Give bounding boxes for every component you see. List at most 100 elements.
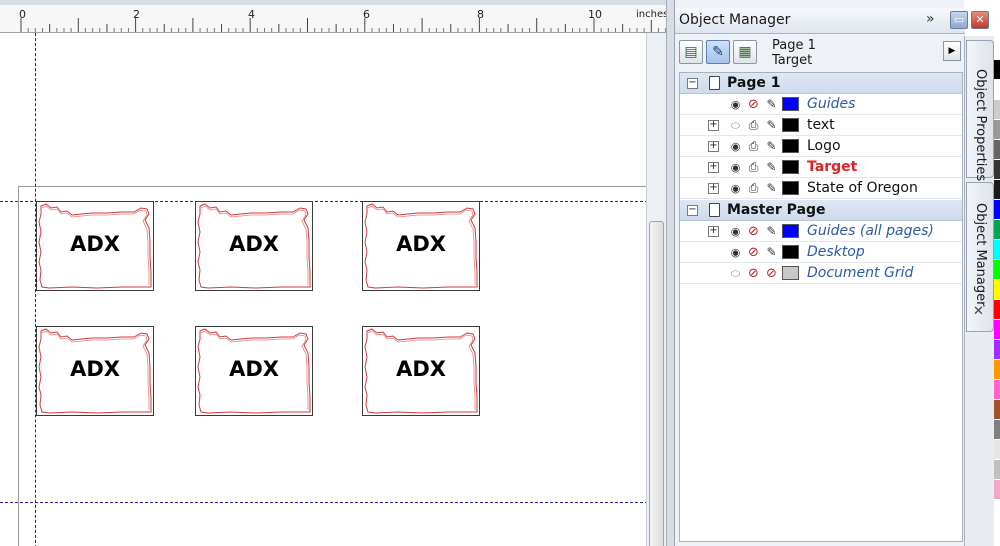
palette-color-swatch[interactable] (994, 420, 1000, 440)
oregon-badge[interactable]: ADX (195, 326, 313, 416)
pencil-icon[interactable]: ✎ (764, 160, 779, 175)
expand-toggle[interactable]: + (708, 162, 719, 173)
guideline-horizontal[interactable] (0, 502, 648, 503)
palette-color-swatch[interactable] (994, 380, 1000, 400)
palette-color-swatch[interactable] (994, 340, 1000, 360)
palette-color-swatch[interactable] (994, 80, 1000, 100)
expand-toggle[interactable]: + (708, 120, 719, 131)
layer-tree[interactable]: − Page 1 ◉ ⊘ ✎ Guides + ⬭ ⎙ ✎ text + ◉ ⎙… (679, 72, 963, 542)
pencil-icon[interactable]: ✎ (764, 181, 779, 196)
close-button[interactable]: ✕ (971, 11, 989, 29)
layer-color-swatch[interactable] (782, 139, 799, 153)
layer-color-swatch[interactable] (782, 224, 799, 238)
layer-row-logo[interactable]: + ◉ ⎙ ✎ Logo (680, 136, 962, 157)
oregon-badge[interactable]: ADX (36, 326, 154, 416)
eye-closed-icon[interactable]: ⬭ (728, 118, 743, 133)
palette-color-swatch[interactable] (994, 100, 1000, 120)
palette-color-swatch[interactable] (994, 280, 1000, 300)
eye-icon[interactable]: ◉ (728, 245, 743, 260)
layer-color-swatch[interactable] (782, 181, 799, 195)
palette-color-swatch[interactable] (994, 480, 1000, 500)
pencil-icon[interactable]: ✎ (764, 139, 779, 154)
collapse-toggle[interactable]: − (687, 78, 698, 89)
palette-color-swatch[interactable] (994, 200, 1000, 220)
printer-icon[interactable]: ⎙ (746, 181, 761, 196)
minimize-button[interactable]: ▭ (950, 11, 968, 29)
palette-color-swatch[interactable] (994, 320, 1000, 340)
layer-view-icon: ▦ (738, 44, 752, 60)
expand-toggle[interactable]: + (708, 183, 719, 194)
close-tab-icon[interactable]: ✕ (973, 304, 984, 319)
eye-icon[interactable]: ◉ (728, 97, 743, 112)
edit-layers-icon: ✎ (712, 44, 724, 60)
docker-splitter[interactable] (666, 0, 674, 546)
eye-icon[interactable]: ◉ (728, 139, 743, 154)
palette-color-swatch[interactable] (994, 440, 1000, 460)
printer-icon[interactable]: ⎙ (746, 160, 761, 175)
pencil-icon[interactable]: ✎ (764, 97, 779, 112)
palette-color-swatch[interactable] (994, 180, 1000, 200)
expand-toggle[interactable]: + (708, 226, 719, 237)
oregon-badge[interactable]: ADX (36, 201, 154, 291)
no-print-icon[interactable]: ⊘ (746, 266, 761, 281)
layer-color-swatch[interactable] (782, 118, 799, 132)
docker-title-bar[interactable]: Object Manager » ▭ ✕ (675, 8, 989, 34)
layer-row-document-grid[interactable]: ⬭ ⊘ ⊘ Document Grid (680, 263, 962, 284)
expand-toggle[interactable]: + (708, 141, 719, 152)
layer-row-text[interactable]: + ⬭ ⎙ ✎ text (680, 115, 962, 136)
drawing-canvas[interactable]: 0 2 4 6 8 10 inches ADX ADX ADX ADX ADX … (0, 0, 670, 546)
expand-docker-icon[interactable]: » (926, 11, 935, 27)
palette-color-swatch[interactable] (994, 60, 1000, 80)
layer-row-desktop[interactable]: ◉ ⊘ ✎ Desktop (680, 242, 962, 263)
palette-color-swatch[interactable] (994, 460, 1000, 480)
eye-icon[interactable]: ◉ (728, 160, 743, 175)
docker-menu-button[interactable]: ▶ (943, 41, 961, 61)
scrollbar-thumb[interactable] (649, 221, 664, 546)
no-print-icon[interactable]: ⊘ (746, 224, 761, 239)
no-print-icon[interactable]: ⊘ (746, 245, 761, 260)
pencil-icon[interactable]: ✎ (764, 118, 779, 133)
layer-color-swatch[interactable] (782, 266, 799, 280)
layer-color-swatch[interactable] (782, 160, 799, 174)
show-properties-button[interactable]: ▤ (679, 40, 703, 64)
no-edit-icon[interactable]: ⊘ (764, 266, 779, 281)
eye-closed-icon[interactable]: ⬭ (728, 266, 743, 281)
layer-row-guides[interactable]: ◉ ⊘ ✎ Guides (680, 94, 962, 115)
vertical-scrollbar[interactable] (646, 33, 666, 546)
tree-group-master-page[interactable]: − Master Page (680, 200, 962, 221)
palette-color-swatch[interactable] (994, 160, 1000, 180)
palette-color-swatch[interactable] (994, 240, 1000, 260)
layer-row-target[interactable]: + ◉ ⎙ ✎ Target (680, 157, 962, 178)
layer-manager-view-button[interactable]: ▦ (733, 40, 757, 64)
palette-color-swatch[interactable] (994, 360, 1000, 380)
printer-icon[interactable]: ⎙ (746, 118, 761, 133)
oregon-badge[interactable]: ADX (362, 326, 480, 416)
palette-color-swatch[interactable] (994, 220, 1000, 240)
layer-color-swatch[interactable] (782, 245, 799, 259)
oregon-badge[interactable]: ADX (362, 201, 480, 291)
eye-icon[interactable]: ◉ (728, 224, 743, 239)
pencil-icon[interactable]: ✎ (764, 245, 779, 260)
horizontal-ruler[interactable]: 0 2 4 6 8 10 inches (0, 5, 670, 33)
layer-color-swatch[interactable] (782, 97, 799, 111)
palette-color-swatch[interactable] (994, 400, 1000, 420)
palette-color-swatch[interactable] (994, 260, 1000, 280)
layer-row-guides-all-pages[interactable]: + ◉ ⊘ ✎ Guides (all pages) (680, 221, 962, 242)
palette-color-swatch[interactable] (994, 300, 1000, 320)
no-print-icon[interactable]: ⊘ (746, 97, 761, 112)
edit-across-layers-button[interactable]: ✎ (706, 40, 730, 64)
pencil-icon[interactable]: ✎ (764, 224, 779, 239)
layer-label: text (807, 117, 835, 133)
layer-row-state-of-oregon[interactable]: + ◉ ⎙ ✎ State of Oregon (680, 178, 962, 199)
layer-label: Guides (807, 96, 856, 112)
color-palette[interactable] (994, 60, 1000, 546)
palette-color-swatch[interactable] (994, 140, 1000, 160)
current-page-label: Page 1 (772, 38, 816, 53)
collapse-toggle[interactable]: − (687, 205, 698, 216)
oregon-badge[interactable]: ADX (195, 201, 313, 291)
eye-icon[interactable]: ◉ (728, 181, 743, 196)
palette-color-swatch[interactable] (994, 120, 1000, 140)
tab-object-properties[interactable]: Object Properties (966, 40, 994, 181)
tree-group-page-1[interactable]: − Page 1 (680, 73, 962, 94)
printer-icon[interactable]: ⎙ (746, 139, 761, 154)
